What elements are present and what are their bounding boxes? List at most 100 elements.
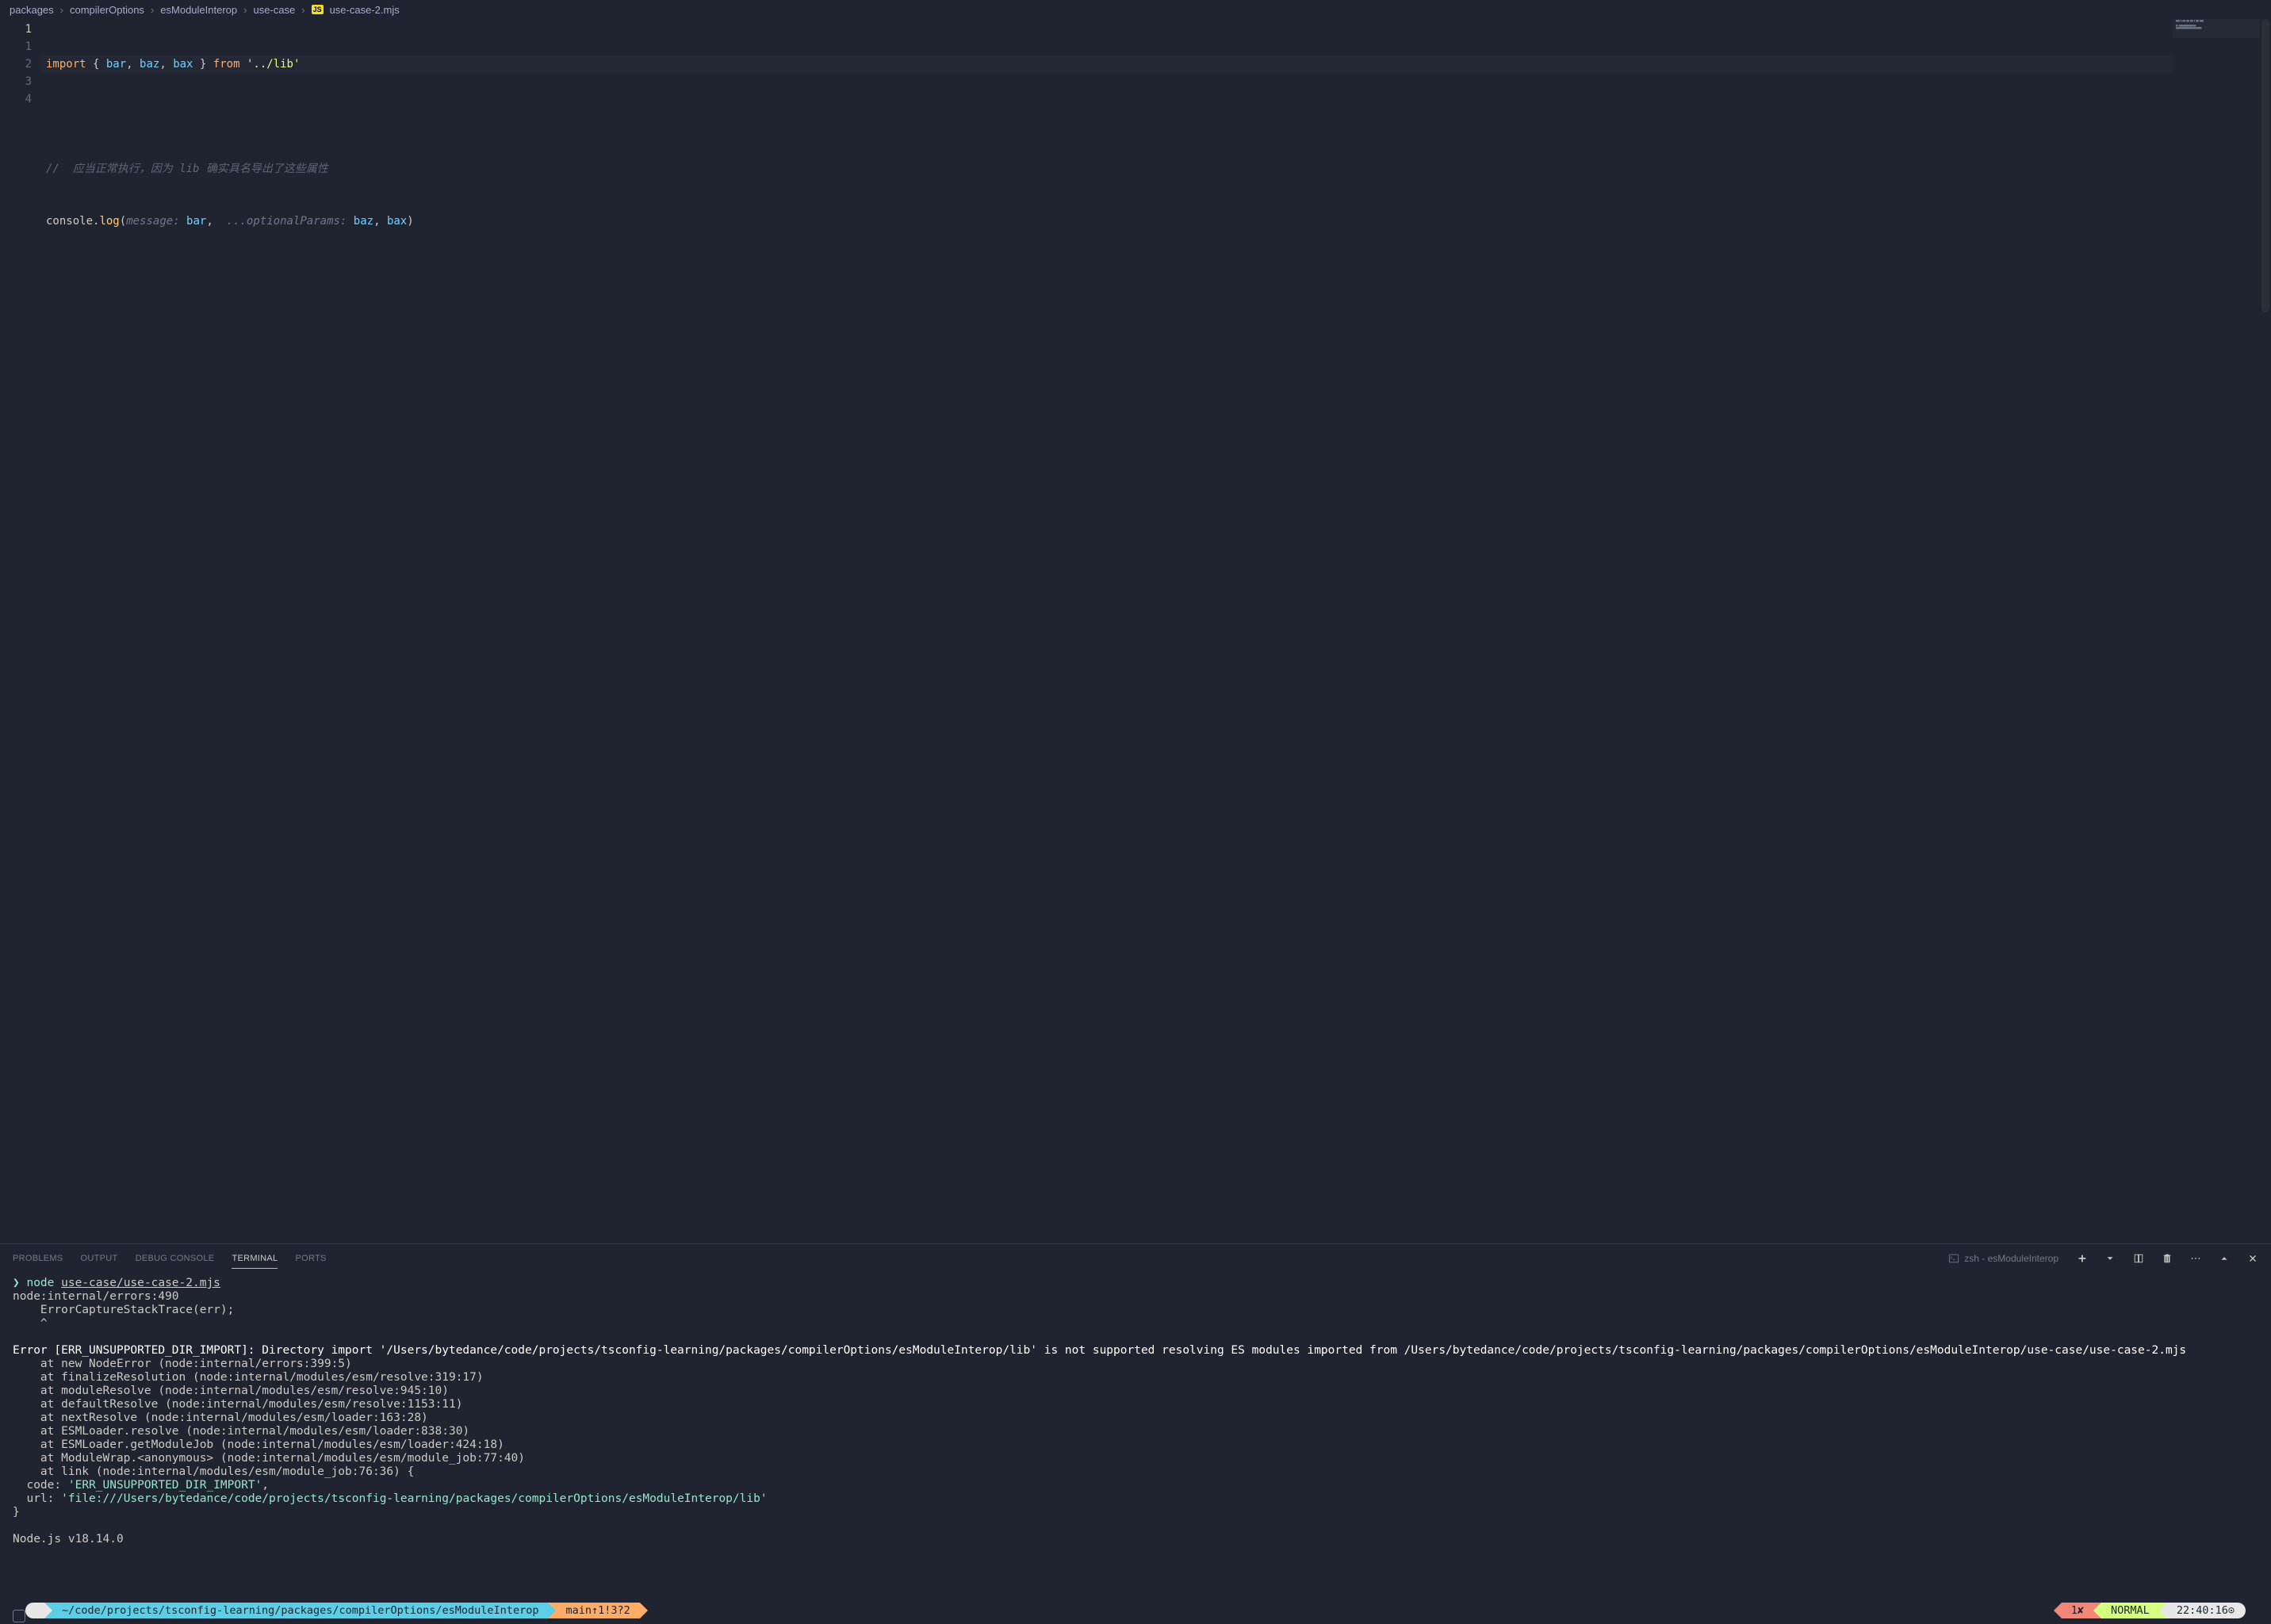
separator-icon [640,1603,648,1618]
chevron-right-icon: › [60,4,63,16]
punct: ( [120,215,126,228]
terminal-line: node:internal/errors:490 [13,1290,179,1303]
chevron-right-icon: › [151,4,154,16]
keyword-from: from [213,58,240,71]
ident: bax [387,215,407,228]
punct: { [86,58,106,71]
prompt-char: ❯ [13,1277,20,1289]
bottom-panel: PROBLEMS OUTPUT DEBUG CONSOLE TERMINAL P… [0,1243,2271,1624]
crumb-compileroptions[interactable]: compilerOptions [70,4,144,16]
chevron-down-icon[interactable] [2104,1253,2116,1264]
ident: baz [354,215,373,228]
comment: // 应当正常执行，因为 lib 确实具名导出了这些属性 [46,163,328,175]
terminal-line: Node.js v18.14.0 [13,1533,124,1545]
stack-frame: at moduleResolve (node:internal/modules/… [13,1385,449,1397]
chevron-right-icon: › [301,4,304,16]
line-number: 3 [0,73,46,90]
separator-icon [44,1603,52,1618]
terminal-icon [1948,1253,1959,1264]
cwd-text: ~/code/projects/tsconfig-learning/packag… [62,1604,538,1617]
editor-content[interactable]: import { bar, baz, bax } from '../lib' /… [46,19,2173,1243]
punct: , [206,215,220,228]
terminal-line: , [262,1479,269,1492]
ident: bar [186,215,206,228]
error-count: 1 [2071,1604,2078,1617]
split-terminal-button[interactable] [2133,1253,2144,1264]
line-number: 1 [0,38,46,56]
vim-mode: NORMAL [2111,1604,2150,1617]
minimap[interactable]: ████ █ ███ ███ ███ █ ███ ██████ ████████… [2173,19,2260,1243]
tab-debug-console[interactable]: DEBUG CONSOLE [136,1254,215,1263]
tab-problems[interactable]: PROBLEMS [13,1254,63,1263]
stack-frame: at ModuleWrap.<anonymous> (node:internal… [13,1452,525,1465]
kill-terminal-button[interactable] [2162,1253,2173,1264]
more-actions-icon[interactable] [2190,1253,2201,1264]
clock-icon: ⊙ [2228,1604,2235,1617]
terminal-string: 'file:///Users/bytedance/code/projects/t… [61,1492,767,1505]
ident: bar [106,58,126,71]
vertical-scrollbar[interactable] [2260,19,2271,1243]
editor-gutter: 1 1 2 3 4 [0,19,46,1243]
terminal-selector[interactable]: zsh - esModuleInterop [1948,1253,2058,1264]
vim-mode-segment: NORMAL [2101,1603,2159,1618]
keyword-import: import [46,58,86,71]
stack-frame: at link (node:internal/modules/esm/modul… [13,1465,414,1478]
terminal-line: ErrorCaptureStackTrace(err); [13,1304,234,1316]
tab-terminal[interactable]: TERMINAL [232,1254,278,1269]
clock-time: 22:40:16 [2177,1604,2228,1617]
stack-frame: at defaultResolve (node:internal/modules… [13,1398,462,1411]
branch-name: main [565,1604,592,1617]
checkbox-icon[interactable] [13,1610,25,1622]
terminal-cmd: node [26,1277,54,1289]
terminal-name: zsh - esModuleInterop [1964,1253,2058,1264]
crumb-esmoduleinterop[interactable]: esModuleInterop [160,4,237,16]
terminal-output[interactable]: ❯ node use-case/use-case-2.mjs node:inte… [0,1272,2271,1602]
new-terminal-button[interactable] [2076,1253,2087,1264]
terminal-line: url: [13,1492,61,1505]
git-dirty: !3 [604,1604,617,1617]
close-panel-button[interactable] [2247,1253,2258,1264]
javascript-file-icon: JS [312,5,324,14]
error-icon: ✘ [2078,1604,2084,1617]
separator-icon [2093,1603,2101,1618]
crumb-file[interactable]: use-case-2.mjs [330,4,400,16]
terminal-line: code: [13,1479,68,1492]
separator-icon [2054,1603,2062,1618]
stack-frame: at finalizeResolution (node:internal/mod… [13,1371,484,1384]
stack-frame: at ESMLoader.getModuleJob (node:internal… [13,1438,504,1451]
tab-output[interactable]: OUTPUT [81,1254,118,1263]
panel-tabs: PROBLEMS OUTPUT DEBUG CONSOLE TERMINAL P… [0,1244,2271,1272]
time-segment: 22:40:16 ⊙ [2167,1603,2246,1618]
terminal-line: ^ [13,1317,48,1330]
punct: , [159,58,173,71]
code-editor[interactable]: 1 1 2 3 4 import { bar, baz, bax } from … [0,19,2271,1243]
breadcrumb: packages › compilerOptions › esModuleInt… [0,0,2271,19]
path-segment: ~/code/projects/tsconfig-learning/packag… [52,1603,548,1618]
crumb-use-case[interactable]: use-case [253,4,295,16]
terminal-line: } [13,1506,20,1519]
tab-ports[interactable]: PORTS [295,1254,326,1263]
stack-frame: at new NodeError (node:internal/errors:3… [13,1358,352,1370]
punct: , [373,215,387,228]
line-number: 1 [0,21,46,38]
terminal-string: 'ERR_UNSUPPORTED_DIR_IMPORT' [68,1479,262,1492]
error-segment: 1 ✘ [2062,1603,2093,1618]
stack-frame: at nextResolve (node:internal/modules/es… [13,1411,428,1424]
git-ahead: ↑1 [592,1604,604,1617]
ident: bax [173,58,193,71]
terminal-arg: use-case/use-case-2.mjs [61,1277,220,1289]
punct: ) [407,215,413,228]
punct: } [193,58,213,71]
separator-icon [2159,1603,2167,1618]
method: log [99,215,119,228]
inlay-hint: ... [220,215,247,228]
maximize-panel-button[interactable] [2219,1253,2230,1264]
terminal-error: Error [ERR_UNSUPPORTED_DIR_IMPORT]: Dire… [13,1344,2186,1357]
crumb-packages[interactable]: packages [10,4,54,16]
separator-icon [548,1603,556,1618]
inlay-hint: optionalParams: [247,215,354,228]
space [240,58,247,71]
chevron-right-icon: › [243,4,247,16]
git-segment: main ↑1 !3 ?2 [556,1603,639,1618]
git-untracked: ?2 [618,1604,630,1617]
